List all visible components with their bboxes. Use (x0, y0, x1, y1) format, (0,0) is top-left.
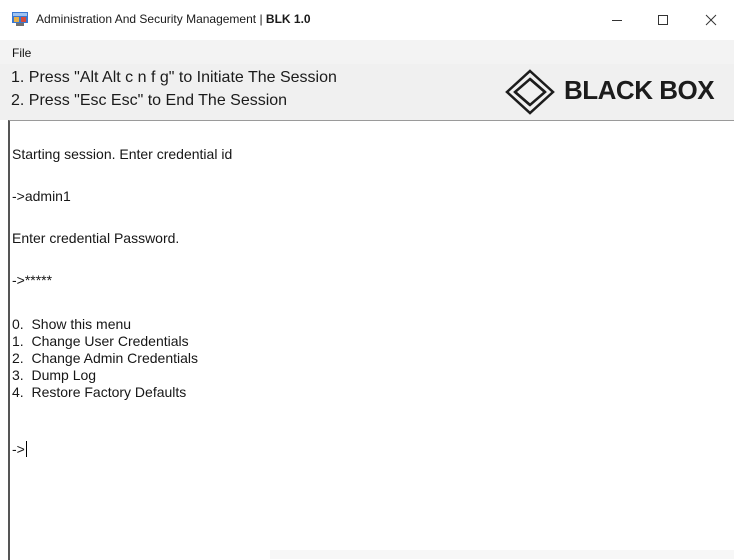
console-line: ->***** (12, 272, 53, 288)
menu-option: 4. Restore Factory Defaults (12, 384, 187, 400)
menu-file[interactable]: File (12, 46, 31, 60)
console-line: ->admin1 (12, 188, 71, 204)
instruction-end: 2. Press "Esc Esc" to End The Session (11, 92, 288, 109)
console-output[interactable]: Starting session. Enter credential id ->… (8, 120, 734, 560)
app-window-icon (12, 12, 28, 26)
black-box-logo: BLACK BOX (505, 67, 730, 117)
maximize-icon (658, 15, 668, 25)
window-title: Administration And Security Management |… (36, 12, 311, 26)
title-bar: Administration And Security Management |… (0, 0, 734, 40)
menu-option: 1. Change User Credentials (12, 333, 189, 349)
text-cursor (25, 441, 27, 457)
instruction-header: 1. Press "Alt Alt c n f g" to Initiate T… (0, 64, 734, 120)
black-box-diamond-logo-icon (505, 69, 555, 115)
close-icon (705, 14, 717, 26)
prompt-text: -> (12, 441, 25, 457)
menu-bar: File (0, 40, 734, 64)
close-button[interactable] (688, 0, 734, 40)
console-line: Starting session. Enter credential id (12, 146, 233, 162)
window-title-label: Administration And Security Management | (36, 12, 263, 26)
console-line: Enter credential Password. (12, 230, 180, 246)
menu-option: 0. Show this menu (12, 316, 132, 332)
minimize-icon (612, 20, 622, 21)
bottom-edge-strip (270, 550, 734, 559)
instruction-initiate: 1. Press "Alt Alt c n f g" to Initiate T… (11, 69, 337, 86)
console-prompt[interactable]: -> (12, 441, 27, 457)
maximize-button[interactable] (640, 0, 686, 40)
menu-option: 2. Change Admin Credentials (12, 350, 198, 366)
window-build-label: BLK 1.0 (265, 12, 311, 26)
menu-option: 3. Dump Log (12, 367, 97, 383)
minimize-button[interactable] (594, 0, 640, 40)
logo-text: BLACK BOX (564, 75, 715, 105)
